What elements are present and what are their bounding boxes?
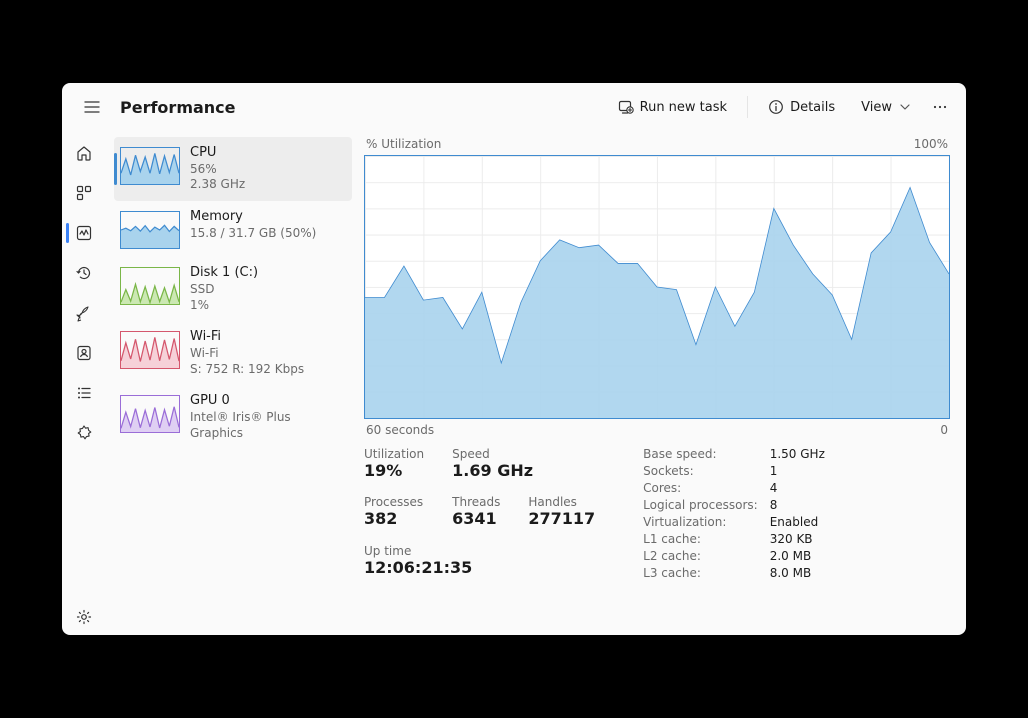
nav-app-history[interactable]: [66, 175, 102, 211]
chart-header: % Utilization 100%: [364, 137, 950, 155]
sidebar-item-sub: Graphics: [190, 426, 291, 442]
sidebar-item-sub: Wi-Fi: [190, 346, 304, 362]
sidebar-item-sub: 15.8 / 31.7 GB (50%): [190, 226, 316, 242]
nav-services[interactable]: [66, 415, 102, 451]
history-icon: [75, 264, 93, 282]
spec-value: Enabled: [770, 515, 825, 529]
nav-processes[interactable]: [66, 135, 102, 171]
run-new-task-button[interactable]: Run new task: [608, 91, 737, 123]
sidebar-item-sub: SSD: [190, 282, 258, 298]
sidebar-item-wifi[interactable]: Wi-FiWi-FiS: 752 R: 192 Kbps: [114, 321, 352, 385]
info-icon: [768, 99, 784, 115]
details-button[interactable]: Details: [758, 91, 845, 123]
performance-icon: [75, 224, 93, 242]
sidebar-item-title: GPU 0: [190, 393, 291, 410]
nav-startup[interactable]: [66, 295, 102, 331]
sidebar-item-sub: 1%: [190, 298, 258, 314]
spec-label: Logical processors:: [643, 498, 758, 512]
stat-speed: Speed 1.69 GHz: [452, 447, 595, 483]
chart-footer: 60 seconds 0: [364, 419, 950, 447]
chart-xmin: 60 seconds: [366, 423, 434, 437]
chart-panel: % Utilization 100% 60 seconds 0 Utilizat…: [360, 131, 966, 635]
nav-history[interactable]: [66, 255, 102, 291]
mini-chart-wifi: [120, 331, 180, 369]
spec-value: 1.50 GHz: [770, 447, 825, 461]
hamburger-button[interactable]: [74, 89, 110, 125]
list-icon: [75, 384, 93, 402]
spec-label: Virtualization:: [643, 515, 758, 529]
users-icon: [75, 344, 93, 362]
sidebar-item-disk[interactable]: Disk 1 (C:)SSD1%: [114, 257, 352, 321]
stat-utilization: Utilization 19%: [364, 447, 424, 483]
more-button[interactable]: [926, 91, 954, 123]
spec-value: 1: [770, 464, 825, 478]
sidebar-item-gpu[interactable]: GPU 0Intel® Iris® PlusGraphics: [114, 385, 352, 449]
nav-settings[interactable]: [66, 599, 102, 635]
spec-label: L3 cache:: [643, 566, 758, 580]
services-icon: [75, 424, 93, 442]
mini-chart-disk: [120, 267, 180, 305]
startup-icon: [75, 304, 93, 322]
grid-icon: [75, 184, 93, 202]
details-label: Details: [790, 100, 835, 115]
chart-xmax: 0: [940, 423, 948, 437]
ellipsis-icon: [932, 99, 948, 115]
chevron-down-icon: [900, 102, 910, 112]
sidebar-item-title: CPU: [190, 145, 245, 162]
spec-label: L1 cache:: [643, 532, 758, 546]
spec-value: 4: [770, 481, 825, 495]
chart-ylabel: % Utilization: [366, 137, 441, 151]
sidebar-item-sub: S: 752 R: 192 Kbps: [190, 362, 304, 378]
nav-performance[interactable]: [66, 215, 102, 251]
home-icon: [75, 144, 93, 162]
sidebar-item-sub: 2.38 GHz: [190, 177, 245, 193]
stats-primary: Utilization 19% Speed 1.69 GHz Processes…: [364, 447, 595, 580]
stat-processes: Processes 382: [364, 495, 424, 531]
cpu-utilization-chart: [364, 155, 950, 419]
stat-uptime: Up time 12:06:21:35: [364, 544, 595, 580]
spec-label: Base speed:: [643, 447, 758, 461]
mini-chart-memory: [120, 211, 180, 249]
sidebar-item-title: Disk 1 (C:): [190, 265, 258, 282]
page-title: Performance: [120, 98, 236, 117]
separator: [747, 96, 748, 118]
mini-chart-cpu: [120, 147, 180, 185]
top-bar: Performance Run new task Details View: [62, 83, 966, 131]
nav-details[interactable]: [66, 375, 102, 411]
nav-users[interactable]: [66, 335, 102, 371]
sidebar-item-title: Memory: [190, 209, 316, 226]
sidebar-item-sub: 56%: [190, 162, 245, 178]
stats-section: Utilization 19% Speed 1.69 GHz Processes…: [364, 447, 950, 580]
view-label: View: [861, 100, 892, 115]
spec-value: 8.0 MB: [770, 566, 825, 580]
stat-threads: Threads 6341: [452, 495, 500, 531]
hamburger-icon: [84, 99, 100, 115]
sidebar-item-title: Wi-Fi: [190, 329, 304, 346]
sidebar-item-memory[interactable]: Memory15.8 / 31.7 GB (50%): [114, 201, 352, 257]
stat-handles: Handles 277117: [528, 495, 595, 531]
chart-ymax: 100%: [914, 137, 948, 151]
spec-label: Sockets:: [643, 464, 758, 478]
spec-label: Cores:: [643, 481, 758, 495]
view-menu-button[interactable]: View: [851, 91, 920, 123]
nav-rail: [62, 131, 106, 635]
gear-icon: [75, 608, 93, 626]
stats-secondary: Base speed: 1.50 GHz Sockets: 1 Cores: 4 Logic…: [643, 447, 825, 580]
sidebar-item-cpu[interactable]: CPU56%2.38 GHz: [114, 137, 352, 201]
resource-list: CPU56%2.38 GHzMemory15.8 / 31.7 GB (50%)…: [106, 131, 360, 635]
run-new-task-label: Run new task: [640, 100, 727, 115]
mini-chart-gpu: [120, 395, 180, 433]
run-task-icon: [618, 99, 634, 115]
spec-value: 2.0 MB: [770, 549, 825, 563]
sidebar-item-sub: Intel® Iris® Plus: [190, 410, 291, 426]
spec-value: 8: [770, 498, 825, 512]
spec-value: 320 KB: [770, 532, 825, 546]
spec-label: L2 cache:: [643, 549, 758, 563]
task-manager-window: Performance Run new task Details View: [62, 83, 966, 635]
